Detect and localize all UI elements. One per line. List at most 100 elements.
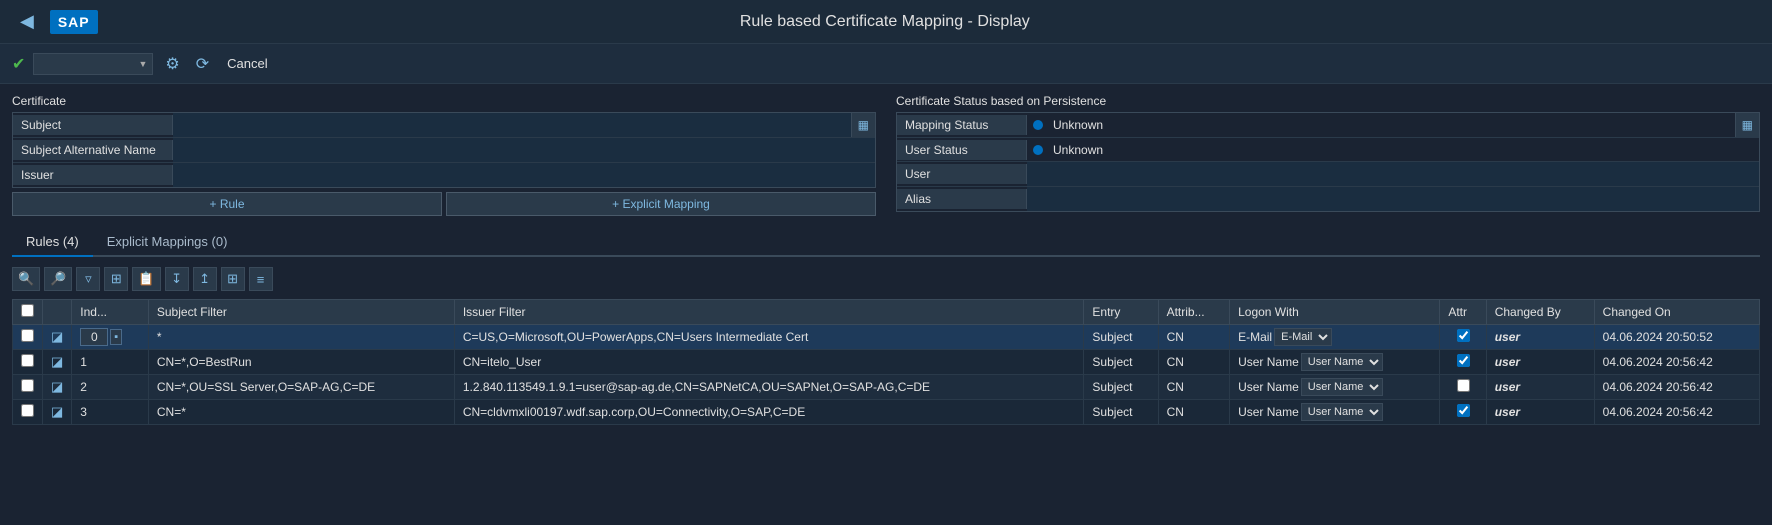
back-button[interactable]: ◀ — [20, 11, 34, 32]
toolbar-dropdown[interactable] — [33, 53, 153, 75]
row-grid-icon-cell: ◪ — [43, 350, 72, 375]
changed-by-value: user — [1495, 330, 1520, 344]
row-attrib: CN — [1158, 325, 1230, 350]
col-logon-with[interactable]: Logon With — [1230, 300, 1440, 325]
row-issuer-filter: C=US,O=Microsoft,OU=PowerApps,CN=Users I… — [454, 325, 1084, 350]
table-row: ◪3CN=*CN=cldvmxli00197.wdf.sap.corp,OU=C… — [13, 400, 1760, 425]
toolbar-dropdown-wrapper — [33, 53, 153, 75]
logon-with-dropdown[interactable]: User Name — [1301, 353, 1383, 371]
select-all-checkbox[interactable] — [21, 304, 34, 317]
table-row: ◪ ▪ *C=US,O=Microsoft,OU=PowerApps,CN=Us… — [13, 325, 1760, 350]
status-title: Certificate Status based on Persistence — [896, 94, 1760, 108]
table-row: ◪2CN=*,OU=SSL Server,O=SAP-AG,C=DE1.2.84… — [13, 375, 1760, 400]
user-status-row: User Status Unknown — [897, 138, 1759, 162]
row-issuer-filter: 1.2.840.113549.1.9.1=user@sap-ag.de,CN=S… — [454, 375, 1084, 400]
user-status-dot — [1033, 145, 1043, 155]
certificate-title: Certificate — [12, 94, 876, 108]
row-index-cell: 3 — [72, 400, 149, 425]
row-select-checkbox[interactable] — [21, 379, 34, 392]
grid-button[interactable]: ⊞ — [104, 267, 128, 291]
changed-by-value: user — [1495, 405, 1520, 419]
action-row: + Rule + Explicit Mapping — [12, 192, 876, 216]
subject-row: Subject ▦ — [13, 113, 875, 138]
tab-explicit-mappings[interactable]: Explicit Mappings (0) — [93, 228, 242, 257]
header-title: Rule based Certificate Mapping - Display — [740, 13, 1030, 31]
logon-with-dropdown[interactable]: E-Mail — [1274, 328, 1332, 346]
tabs-bar: Rules (4) Explicit Mappings (0) — [12, 228, 1760, 257]
subject-input[interactable] — [173, 113, 851, 137]
col-grid-icon — [43, 300, 72, 325]
changed-by-value: user — [1495, 355, 1520, 369]
add-rule-button[interactable]: + Rule — [12, 192, 442, 216]
attr-checkbox[interactable] — [1457, 354, 1470, 367]
row-logon-with: User NameUser Name — [1230, 375, 1440, 400]
attr-checkbox[interactable] — [1457, 404, 1470, 417]
index-icon-button[interactable]: ▪ — [110, 329, 122, 345]
index-input[interactable] — [80, 328, 108, 346]
col-attrib[interactable]: Attrib... — [1158, 300, 1230, 325]
row-changed-on: 04.06.2024 20:50:52 — [1594, 325, 1759, 350]
row-select-checkbox[interactable] — [21, 404, 34, 417]
col-issuer-filter[interactable]: Issuer Filter — [454, 300, 1084, 325]
tab-rules[interactable]: Rules (4) — [12, 228, 93, 257]
export-button[interactable]: ↧ — [165, 267, 189, 291]
san-input[interactable] — [173, 138, 875, 162]
row-subject-filter: * — [148, 325, 454, 350]
attr-checkbox[interactable] — [1457, 329, 1470, 342]
attr-checkbox[interactable] — [1457, 379, 1470, 392]
row-attr-cell — [1440, 375, 1486, 400]
user-status-label: User Status — [897, 140, 1027, 160]
alias-label: Alias — [897, 189, 1027, 209]
row-entry: Subject — [1084, 325, 1158, 350]
san-row: Subject Alternative Name — [13, 138, 875, 163]
more-button[interactable]: ≡ — [249, 267, 273, 291]
row-attrib: CN — [1158, 350, 1230, 375]
row-select-checkbox[interactable] — [21, 354, 34, 367]
status-browse-button[interactable]: ▦ — [1735, 113, 1759, 137]
col-entry[interactable]: Entry — [1084, 300, 1158, 325]
mapping-status-row: Mapping Status Unknown ▦ — [897, 113, 1759, 138]
row-select-checkbox[interactable] — [21, 329, 34, 342]
row-entry: Subject — [1084, 400, 1158, 425]
cancel-button[interactable]: Cancel — [221, 54, 273, 73]
alias-input[interactable] — [1027, 187, 1759, 211]
refresh-button[interactable]: ⟳ — [192, 52, 213, 76]
row-attrib: CN — [1158, 400, 1230, 425]
layout-button[interactable]: ⊞ — [221, 267, 245, 291]
grid-icon: ◪ — [51, 379, 63, 394]
row-entry: Subject — [1084, 375, 1158, 400]
row-attr-cell — [1440, 325, 1486, 350]
alias-row: Alias — [897, 187, 1759, 211]
import-button[interactable]: ↥ — [193, 267, 217, 291]
row-logon-with: User NameUser Name — [1230, 400, 1440, 425]
zoom-in-button[interactable]: 🔍 — [12, 267, 40, 291]
col-changed-by[interactable]: Changed By — [1486, 300, 1594, 325]
row-checkbox-cell — [13, 325, 43, 350]
subject-browse-button[interactable]: ▦ — [851, 113, 875, 137]
check-button[interactable]: ✔ — [12, 54, 25, 74]
col-subject-filter[interactable]: Subject Filter — [148, 300, 454, 325]
mapping-status-value: Unknown — [1049, 115, 1735, 135]
row-index-cell: 2 — [72, 375, 149, 400]
add-explicit-mapping-button[interactable]: + Explicit Mapping — [446, 192, 876, 216]
changed-by-value: user — [1495, 380, 1520, 394]
user-input[interactable] — [1027, 162, 1759, 186]
col-attr[interactable]: Attr — [1440, 300, 1486, 325]
filter-button[interactable]: ▿ — [76, 267, 100, 291]
row-grid-icon-cell: ◪ — [43, 325, 72, 350]
row-changed-by: user — [1486, 400, 1594, 425]
col-changed-on[interactable]: Changed On — [1594, 300, 1759, 325]
row-changed-on: 04.06.2024 20:56:42 — [1594, 375, 1759, 400]
row-grid-icon-cell: ◪ — [43, 400, 72, 425]
status-fields-table: Mapping Status Unknown ▦ User Status Unk… — [896, 112, 1760, 212]
zoom-out-button[interactable]: 🔎 — [44, 267, 72, 291]
logon-with-dropdown[interactable]: User Name — [1301, 378, 1383, 396]
copy-button[interactable]: 📋 — [132, 267, 160, 291]
grid-icon: ◪ — [51, 354, 63, 369]
issuer-label: Issuer — [13, 165, 173, 185]
col-index[interactable]: Ind... — [72, 300, 149, 325]
row-attr-cell — [1440, 350, 1486, 375]
settings-icon-button[interactable]: ⚙ — [161, 52, 183, 76]
issuer-input[interactable] — [173, 163, 875, 187]
logon-with-dropdown[interactable]: User Name — [1301, 403, 1383, 421]
